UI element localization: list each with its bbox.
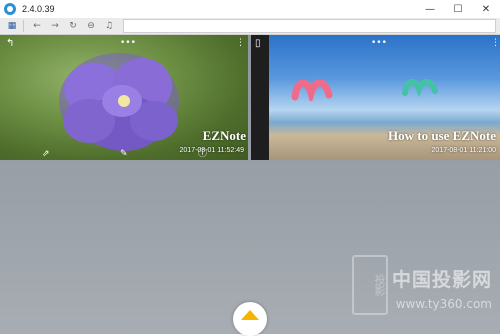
address-bar[interactable]	[123, 19, 496, 33]
info-icon[interactable]: ⓘ	[198, 146, 207, 159]
scroll-top-button[interactable]	[233, 302, 267, 336]
card-edge	[251, 35, 269, 160]
share-icon[interactable]: ⇗	[42, 149, 50, 159]
watermark-seal: 投影	[352, 255, 388, 315]
note-title: How to use EZNote	[388, 128, 496, 143]
more-icon[interactable]: •••	[371, 38, 387, 48]
pink-m-logo	[291, 79, 333, 101]
close-button[interactable]: ✕	[472, 0, 500, 18]
toolbar: ▦ ← → ↻ ⊖ ♫	[0, 18, 500, 35]
back-icon[interactable]: ←	[29, 19, 45, 33]
watermark-url: www.ty360.com	[395, 297, 492, 311]
more-icon[interactable]: •••	[120, 38, 136, 48]
overflow-menu-icon[interactable]: ⋮	[236, 38, 245, 48]
edit-icon[interactable]: ✎	[120, 149, 128, 159]
document-icon[interactable]: ▯	[255, 38, 261, 49]
teal-m-logo	[402, 78, 438, 97]
note-title: EZNote	[202, 128, 246, 143]
minimize-button[interactable]: —	[416, 0, 444, 18]
toolbar-divider	[23, 20, 24, 32]
window-title: 2.4.0.39	[22, 4, 55, 14]
notes-area: ↰ ••• ⋮ EZNote 2017-08-01 11:52:49 ⇗ ✎ ⓘ…	[0, 35, 500, 334]
stop-icon[interactable]: ⊖	[83, 19, 99, 33]
music-icon[interactable]: ♫	[101, 19, 117, 33]
watermark-brand: 中国投影网	[391, 269, 492, 291]
note-date: 2017-08-01 11:21:00	[431, 147, 496, 154]
note-card-how-to-use[interactable]: ▯ ••• ⋮ How to use EZNote 2017-08-01 11:…	[251, 35, 500, 160]
title-bar: 2.4.0.39 — ☐ ✕	[0, 0, 500, 18]
maximize-button[interactable]: ☐	[444, 0, 472, 18]
note-card-eznote[interactable]: ↰ ••• ⋮ EZNote 2017-08-01 11:52:49 ⇗ ✎ ⓘ	[0, 35, 248, 160]
window-controls: — ☐ ✕	[416, 0, 500, 18]
back-arrow-icon[interactable]: ↰	[6, 38, 14, 49]
note-date: 2017-08-01 11:52:49	[179, 147, 244, 154]
forward-icon[interactable]: →	[47, 19, 63, 33]
app-icon	[4, 3, 16, 15]
refresh-icon[interactable]: ↻	[65, 19, 81, 33]
overflow-menu-icon[interactable]: ⋮	[491, 38, 500, 48]
flower-photo	[59, 53, 179, 151]
grid-icon[interactable]: ▦	[4, 19, 20, 33]
arrow-up-icon	[241, 310, 259, 320]
